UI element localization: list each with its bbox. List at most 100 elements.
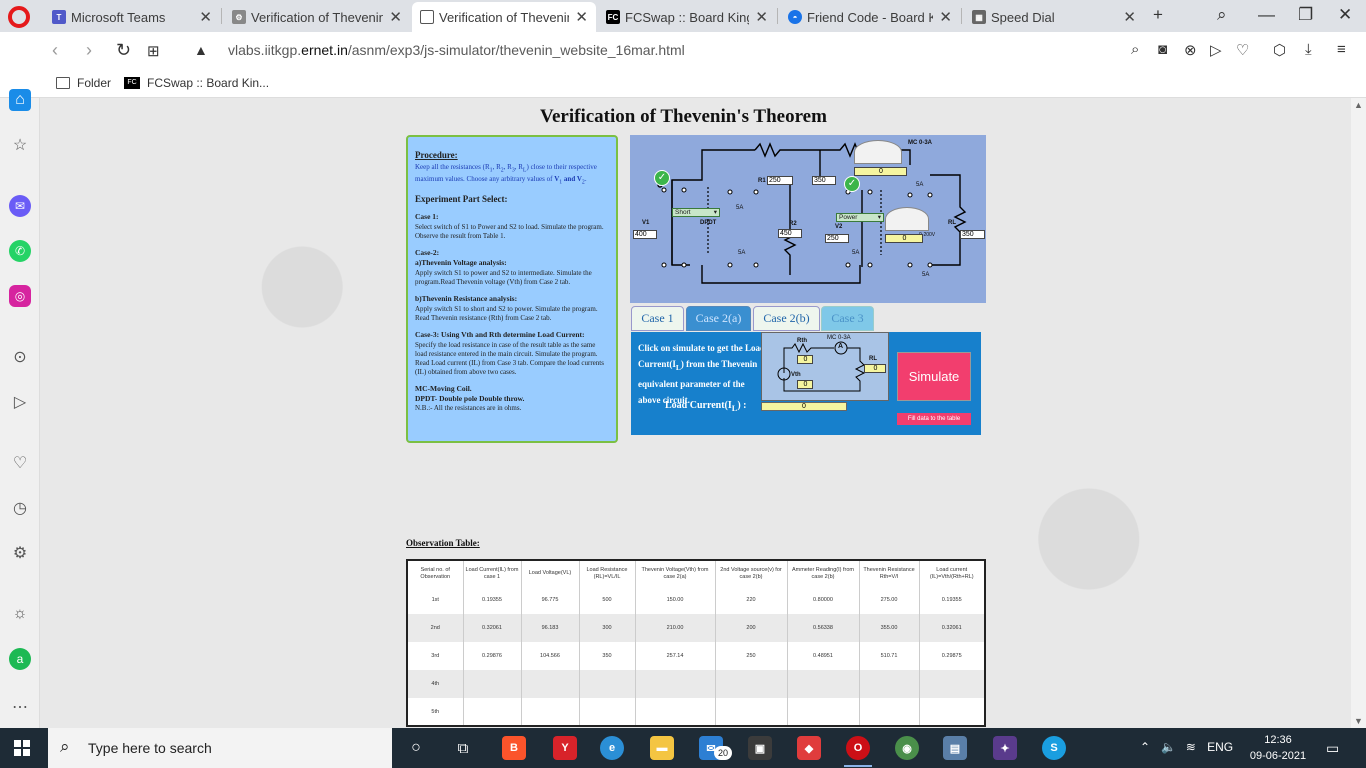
close-icon[interactable]: ✕ (199, 8, 212, 26)
speed-dial-star-icon[interactable]: ☆ (9, 134, 31, 156)
download-icon[interactable]: ⤓ (1305, 41, 1312, 58)
language-indicator[interactable]: ENG (1207, 740, 1233, 754)
s1-select[interactable]: Short ▾ (672, 208, 720, 217)
home-icon[interactable]: ⌂ (9, 89, 31, 111)
fill-table-button[interactable]: Fill data to the table (897, 413, 971, 425)
bookmark-folder[interactable]: Folder (56, 76, 111, 90)
cortana-icon[interactable]: ○ (404, 736, 428, 760)
close-icon[interactable]: ✕ (755, 8, 768, 26)
tab-grid-icon[interactable]: ⊞ (147, 42, 160, 60)
block-ads-icon[interactable]: ⊗ (1184, 41, 1197, 59)
table-cell: 0.56338 (786, 614, 859, 642)
tab-case-1[interactable]: Case 1 (631, 306, 684, 331)
s1-select-value: Short (675, 209, 691, 216)
vlabs-icon: ⚙ (232, 10, 246, 24)
tab-verification-thevenin-1[interactable]: ⚙ Verification of Thevenin's ✕ (224, 4, 410, 30)
s2-select[interactable]: Power ▾ (836, 213, 884, 222)
rl-input[interactable]: 350 (960, 230, 985, 239)
reload-icon[interactable]: ↻ (116, 40, 131, 61)
store-icon[interactable]: ▣ (748, 736, 772, 760)
whatsapp-icon[interactable]: ✆ (9, 240, 31, 262)
v2-input[interactable]: 250 (825, 234, 849, 243)
warning-icon[interactable]: ▲ (194, 42, 208, 58)
r1-input[interactable]: 250 (767, 176, 793, 185)
back-icon[interactable]: ‹ (52, 40, 58, 61)
yupp-icon[interactable]: Y (553, 736, 577, 760)
more-dots-icon[interactable]: ⋯ (9, 696, 31, 718)
settings-gear-icon[interactable]: ⚙ (9, 542, 31, 564)
tab-microsoft-teams[interactable]: T Microsoft Teams ✕ (44, 4, 220, 30)
restore-icon[interactable]: ❐ (1298, 5, 1313, 25)
opera-taskbar-icon[interactable]: O (846, 736, 870, 760)
table-cell (786, 670, 859, 698)
table-cell (918, 670, 985, 698)
table-cell (462, 698, 521, 726)
tab-speed-dial[interactable]: ▦ Speed Dial ✕ (964, 4, 1144, 30)
tab-verification-thevenin-active[interactable]: Verification of Thevenin's ✕ (412, 2, 596, 32)
heart-icon[interactable]: ♡ (1236, 41, 1249, 59)
lightbulb-icon[interactable]: ☼ (9, 603, 31, 625)
box-icon[interactable]: ⬡ (1273, 41, 1286, 59)
close-window-icon[interactable]: ✕ (1338, 5, 1352, 25)
close-icon[interactable]: ✕ (389, 8, 402, 26)
file-explorer-icon[interactable]: ▬ (650, 736, 674, 760)
friend-code-icon: ◓ (788, 10, 802, 24)
new-tab-plus-icon[interactable]: + (1153, 5, 1163, 25)
aria-icon[interactable]: a (9, 648, 31, 670)
observation-table-title: Observation Table: (406, 538, 480, 548)
rth-value: 0 (797, 355, 813, 364)
flow-send-icon[interactable]: ▷ (9, 391, 31, 413)
simulate-button[interactable]: Simulate (897, 352, 971, 401)
edge-icon[interactable]: e (600, 736, 624, 760)
brave-icon[interactable]: B (502, 736, 526, 760)
camera-icon[interactable]: ◙ (1158, 41, 1167, 58)
tab-fcswap[interactable]: FC FCSwap :: Board Kings Fr ✕ (598, 4, 776, 30)
windows-start-icon[interactable] (14, 740, 31, 757)
r2-input[interactable]: 450 (778, 229, 802, 238)
player-icon[interactable]: ⊙ (9, 346, 31, 368)
messenger-icon[interactable]: ✉ (9, 195, 31, 217)
remote-desktop-icon[interactable]: ▤ (943, 736, 967, 760)
history-icon[interactable]: ◷ (9, 497, 31, 519)
taskbar-search-input[interactable]: ⌕ Type here to search (48, 728, 392, 768)
tab-case-2b[interactable]: Case 2(b) (753, 306, 820, 331)
tab-case-3[interactable]: Case 3 (821, 306, 874, 331)
table-cell: 2nd (406, 614, 463, 642)
close-icon[interactable]: ✕ (939, 8, 952, 26)
taskbar-clock[interactable]: 12:36 09-06-2021 (1248, 732, 1308, 764)
close-icon[interactable]: ✕ (575, 8, 588, 26)
page-scrollbar[interactable]: ▲ ▼ (1351, 98, 1366, 728)
skype-icon[interactable]: S (1042, 736, 1066, 760)
send-icon[interactable]: ▷ (1210, 41, 1222, 59)
experiment-part-select: Experiment Part Select: (415, 193, 508, 204)
rl-label: RL (948, 220, 956, 226)
menu-icon[interactable]: ≡ (1337, 41, 1346, 58)
chrome-icon[interactable]: ◉ (895, 736, 919, 760)
pinned-app-icon[interactable]: ✦ (993, 736, 1017, 760)
table-cell: 5th (406, 698, 463, 726)
scroll-down-icon[interactable]: ▼ (1354, 716, 1363, 726)
tab-friend-code[interactable]: ◓ Friend Code - Board King ✕ (780, 4, 960, 30)
url-field[interactable]: vlabs.iitkgp.ernet.in/asnm/exp3/js-simul… (228, 42, 685, 58)
notifications-icon[interactable]: ▭ (1326, 740, 1339, 757)
search-tabs-icon[interactable]: ⌕ (1217, 5, 1227, 25)
minimize-icon[interactable]: — (1258, 5, 1275, 25)
zoom-search-icon[interactable]: ⌕ (1131, 41, 1139, 58)
task-view-icon[interactable]: ⧉ (451, 736, 475, 760)
anydesk-icon[interactable]: ◆ (797, 736, 821, 760)
r3-input[interactable]: 350 (812, 176, 836, 185)
volume-icon[interactable]: 🔈 (1161, 740, 1176, 754)
column-header: Thevenin Voltage(Vth) from case 2(a) (634, 560, 715, 586)
scroll-up-icon[interactable]: ▲ (1354, 100, 1363, 110)
bookmarks-heart-icon[interactable]: ♡ (9, 452, 31, 474)
close-icon[interactable]: ✕ (1123, 8, 1136, 26)
forward-icon[interactable]: › (86, 40, 92, 61)
bookmark-fcswap[interactable]: FC FCSwap :: Board Kin... (124, 76, 269, 90)
wifi-icon[interactable]: ≋ (1186, 740, 1196, 754)
opera-logo-icon[interactable] (8, 6, 30, 28)
instagram-icon[interactable]: ◎ (9, 285, 31, 307)
tab-case-2a[interactable]: Case 2(a) (686, 306, 751, 331)
tray-chevron-up-icon[interactable]: ⌃ (1140, 740, 1150, 754)
v1-input[interactable]: 400 (633, 230, 657, 239)
case2a-text: Apply switch S1 to power and S2 to inter… (415, 268, 592, 286)
